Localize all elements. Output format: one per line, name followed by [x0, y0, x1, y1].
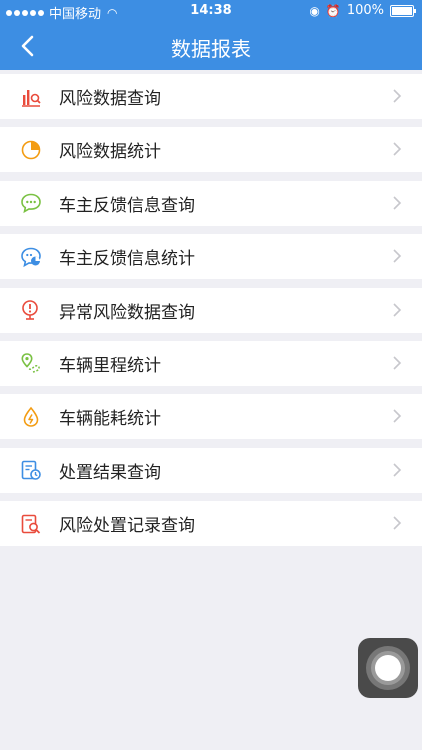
- menu-item-label: 车主反馈信息查询: [59, 195, 195, 216]
- chat-stats-icon: [21, 247, 41, 267]
- location-route-icon: [21, 353, 40, 374]
- menu-item-risk-data-stats[interactable]: 风险数据统计: [0, 127, 422, 173]
- fuel-drop-icon: [23, 406, 39, 427]
- chevron-right-icon: [393, 409, 402, 423]
- chat-bubble-icon: [21, 193, 41, 214]
- bar-chart-search-icon: [22, 89, 41, 107]
- menu-item-label: 异常风险数据查询: [59, 302, 195, 323]
- chevron-right-icon: [393, 516, 402, 530]
- chevron-right-icon: [393, 249, 402, 263]
- pie-chart-icon: [21, 140, 41, 160]
- menu-item-label: 车辆里程统计: [59, 355, 161, 376]
- menu-item-label: 风险处置记录查询: [59, 516, 195, 537]
- menu-item-label: 风险数据查询: [59, 89, 161, 109]
- status-right: ◉ ⏰ 100%: [309, 3, 416, 18]
- document-search-icon: [21, 514, 41, 534]
- menu-item-vehicle-energy-stats[interactable]: 车辆能耗统计: [0, 394, 422, 440]
- app-header: 中国移动 ◠ 14:38 ◉ ⏰ 100% 数据报表: [0, 0, 422, 70]
- chevron-right-icon: [393, 196, 402, 210]
- orientation-lock-icon: ◉: [309, 3, 320, 18]
- menu-item-label: 车主反馈信息统计: [59, 249, 195, 270]
- assistive-touch-center: [375, 655, 401, 681]
- chevron-right-icon: [393, 463, 402, 477]
- menu-item-risk-data-query[interactable]: 风险数据查询: [0, 74, 422, 119]
- report-menu: 风险数据查询 风险数据统计 车主反馈信息查询 车主反馈信息统计 异常风险数据查询…: [0, 74, 422, 555]
- clipboard-clock-icon: [21, 460, 41, 481]
- menu-item-owner-feedback-stats[interactable]: 车主反馈信息统计: [0, 234, 422, 280]
- assistive-touch-button[interactable]: [358, 638, 418, 698]
- menu-item-owner-feedback-query[interactable]: 车主反馈信息查询: [0, 180, 422, 226]
- page-title: 数据报表: [171, 37, 251, 61]
- menu-item-risk-disposal-record-query[interactable]: 风险处置记录查询: [0, 501, 422, 547]
- menu-item-label: 风险数据统计: [59, 142, 161, 163]
- menu-item-disposal-result-query[interactable]: 处置结果查询: [0, 447, 422, 493]
- battery-icon: [390, 4, 416, 17]
- nav-bar: 数据报表: [0, 22, 422, 70]
- chevron-right-icon: [393, 356, 402, 370]
- alarm-icon: ⏰: [325, 3, 341, 18]
- menu-item-label: 车辆能耗统计: [59, 409, 161, 430]
- battery-percent: 100%: [346, 3, 384, 18]
- menu-item-vehicle-mileage-stats[interactable]: 车辆里程统计: [0, 340, 422, 386]
- chevron-right-icon: [393, 89, 402, 103]
- status-bar: 中国移动 ◠ 14:38 ◉ ⏰ 100%: [0, 0, 422, 22]
- menu-item-abnormal-risk-query[interactable]: 异常风险数据查询: [0, 287, 422, 333]
- alert-search-icon: [22, 300, 38, 320]
- menu-item-label: 处置结果查询: [59, 462, 161, 483]
- chevron-right-icon: [393, 302, 402, 317]
- chevron-right-icon: [393, 142, 402, 156]
